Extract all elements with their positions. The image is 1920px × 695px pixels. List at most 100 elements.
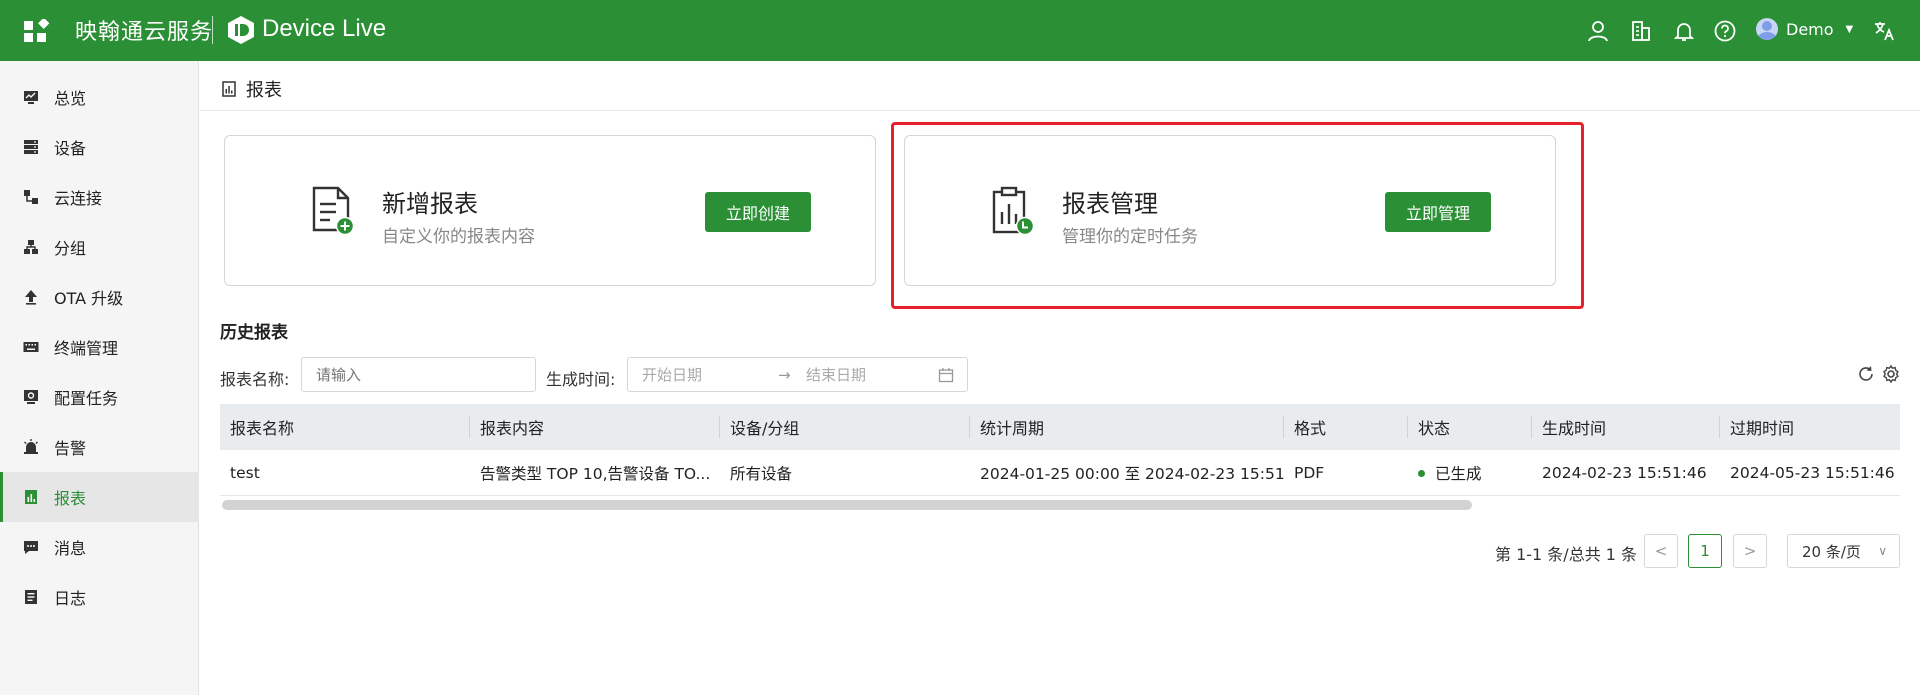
sidebar-item-groups[interactable]: 分组 [0, 222, 199, 272]
sidebar-item-overview[interactable]: 总览 [0, 72, 199, 122]
cell-device-group: 所有设备 [730, 465, 793, 483]
cell-expire-time: 2024-05-23 15:51:46 [1730, 464, 1895, 482]
breadcrumb-divider [200, 110, 1920, 111]
end-date-input[interactable]: 结束日期 [806, 364, 866, 385]
column-header[interactable]: 过期时间 [1720, 404, 1794, 450]
report-name-label: 报表名称: [220, 370, 290, 389]
connection-icon [22, 188, 40, 206]
status-badge: 已生成 [1435, 465, 1482, 483]
new-report-card: 新增报表 自定义你的报表内容 立即创建 [224, 135, 876, 286]
message-icon [22, 538, 40, 556]
card-subtitle: 自定义你的报表内容 [382, 227, 535, 247]
sidebar-item-label: 日志 [54, 589, 87, 608]
user-profile-icon[interactable] [1586, 19, 1610, 43]
sidebar-item-label: 配置任务 [54, 389, 119, 408]
start-date-input[interactable]: 开始日期 [642, 364, 702, 385]
sidebar-item-alarms[interactable]: 告警 [0, 422, 199, 472]
keyboard-icon [22, 338, 40, 356]
cell-format: PDF [1294, 464, 1325, 482]
bell-icon[interactable] [1672, 19, 1696, 43]
chevron-down-icon: ∨ [1878, 544, 1887, 558]
column-header[interactable]: 设备/分组 [720, 404, 799, 450]
sidebar-item-label: 设备 [54, 139, 87, 158]
sidebar-item-label: 分组 [54, 239, 87, 258]
chevron-left-icon: < [1654, 542, 1668, 560]
alarm-icon [22, 438, 40, 456]
history-reports-title: 历史报表 [220, 323, 288, 343]
cell-created-time: 2024-02-23 15:51:46 [1542, 464, 1707, 482]
sidebar-item-ota[interactable]: OTA 升级 [0, 272, 199, 322]
log-icon [22, 588, 40, 606]
pagination-total: 第 1-1 条/总共 1 条 [1495, 545, 1638, 564]
sidebar-item-config-tasks[interactable]: 配置任务 [0, 372, 199, 422]
cell-stat-period: 2024-01-25 00:00 至 2024-02-23 15:51 [980, 465, 1284, 483]
sidebar-item-messages[interactable]: 消息 [0, 522, 199, 572]
create-now-button[interactable]: 立即创建 [705, 192, 811, 232]
column-header[interactable]: 格式 [1284, 404, 1326, 450]
report-icon [22, 488, 40, 506]
column-header[interactable]: 报表名称 [220, 404, 294, 450]
page-size-select[interactable]: 20 条/页 ∨ [1787, 534, 1900, 568]
horizontal-scrollbar[interactable] [222, 500, 1472, 510]
table-row[interactable]: test 告警类型 TOP 10,告警设备 TO... 所有设备 2024-01… [220, 450, 1900, 496]
group-icon [22, 238, 40, 256]
chevron-right-icon: > [1743, 542, 1757, 560]
config-icon [22, 388, 40, 406]
translate-icon[interactable] [1872, 19, 1896, 43]
monitor-icon [22, 88, 40, 106]
user-name: Demo [1786, 19, 1834, 39]
table-header: 报表名称 报表内容 设备/分组 统计周期 格式 状态 生成时间 过期时间 [220, 404, 1900, 450]
product-name: Device Live [262, 15, 387, 42]
status-dot [1418, 469, 1425, 477]
sidebar-item-label: OTA 升级 [54, 289, 124, 308]
sidebar: 总览 设备 云连接 分组 OTA 升级 终端管理 配置任务 告警 报表 消息 日… [0, 61, 199, 695]
building-icon[interactable] [1629, 19, 1653, 43]
sidebar-item-label: 报表 [54, 489, 87, 508]
page-size-value: 20 条/页 [1802, 542, 1861, 561]
top-header: 映翰通云服务 Device Live Demo ▼ [0, 0, 1920, 61]
refresh-icon[interactable] [1856, 364, 1876, 384]
report-name-input[interactable] [301, 357, 536, 392]
breadcrumb: 报表 [222, 76, 282, 102]
brand-divider [212, 16, 213, 44]
brand-name: 映翰通云服务 [75, 20, 214, 45]
cell-report-content: 告警类型 TOP 10,告警设备 TO... [480, 465, 711, 483]
column-header[interactable]: 统计周期 [970, 404, 1044, 450]
sidebar-item-label: 告警 [54, 439, 87, 458]
column-header[interactable]: 报表内容 [470, 404, 544, 450]
avatar [1756, 18, 1778, 40]
column-header[interactable]: 状态 [1408, 404, 1450, 450]
highlight-box [891, 122, 1584, 309]
sidebar-item-reports[interactable]: 报表 [0, 472, 199, 522]
apps-icon[interactable] [24, 19, 50, 43]
page-number-button[interactable]: 1 [1688, 534, 1722, 568]
report-icon [222, 81, 236, 97]
sidebar-item-label: 云连接 [54, 189, 103, 208]
prev-page-button[interactable]: < [1644, 534, 1678, 568]
card-title: 新增报表 [382, 190, 478, 218]
date-range-picker[interactable]: 开始日期 → 结束日期 [627, 357, 968, 392]
sidebar-item-cloud-connect[interactable]: 云连接 [0, 172, 199, 222]
sidebar-item-label: 消息 [54, 539, 87, 558]
user-menu[interactable]: Demo ▼ [1756, 18, 1853, 40]
page-title: 报表 [246, 80, 282, 101]
generated-time-label: 生成时间: [546, 370, 616, 389]
help-icon[interactable] [1713, 19, 1737, 43]
new-document-icon [312, 186, 354, 236]
settings-icon[interactable] [1881, 364, 1901, 384]
column-header[interactable]: 生成时间 [1532, 404, 1606, 450]
sidebar-item-devices[interactable]: 设备 [0, 122, 199, 172]
upload-icon [22, 288, 40, 306]
arrow-right-icon: → [778, 365, 791, 384]
device-live-logo-icon [228, 16, 254, 44]
sidebar-item-logs[interactable]: 日志 [0, 572, 199, 622]
calendar-icon [938, 368, 954, 383]
cell-report-name: test [230, 464, 260, 482]
sidebar-item-terminal[interactable]: 终端管理 [0, 322, 199, 372]
sidebar-item-label: 总览 [54, 89, 87, 108]
sidebar-item-label: 终端管理 [54, 339, 119, 358]
next-page-button[interactable]: > [1733, 534, 1767, 568]
chevron-down-icon: ▼ [1845, 23, 1854, 35]
cell-status: 已生成 [1408, 450, 1532, 496]
server-icon [22, 138, 40, 156]
